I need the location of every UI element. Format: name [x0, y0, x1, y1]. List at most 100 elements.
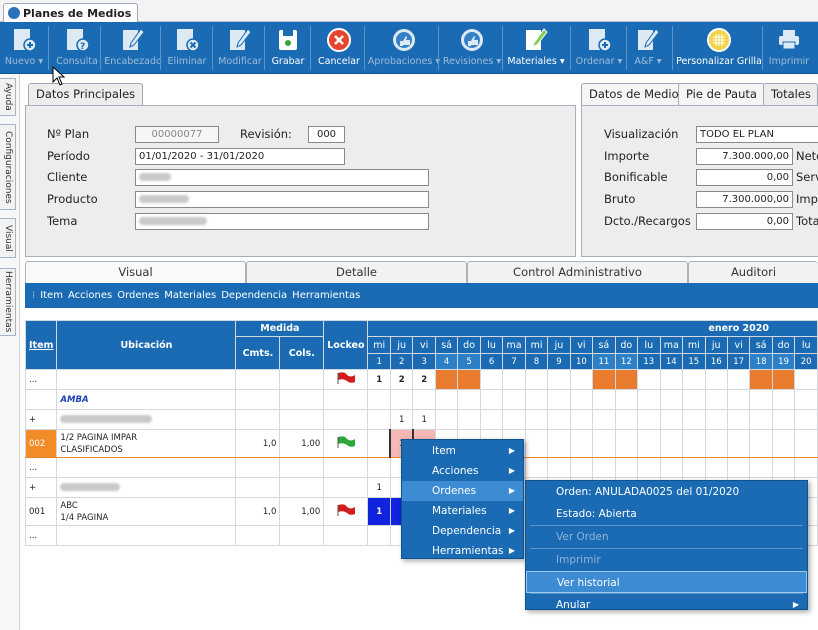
toolbar-button-grabar[interactable]: Grabar	[268, 22, 308, 74]
day-cell[interactable]	[367, 525, 391, 546]
day-cell[interactable]	[569, 429, 594, 458]
day-cell[interactable]	[726, 429, 751, 458]
submenu-item-ver-historial[interactable]: Ver historial	[526, 571, 807, 593]
day-cell[interactable]	[749, 369, 773, 390]
toolbar-button-cancelar[interactable]: Cancelar	[314, 22, 364, 74]
toolbar-button-nuevo[interactable]: Nuevo ▾	[2, 22, 46, 74]
context-menu-item-dependencia[interactable]: Dependencia ▶	[402, 521, 523, 541]
day-cell[interactable]	[569, 457, 594, 478]
tab-datos-principales[interactable]: Datos Principales	[28, 83, 144, 106]
day-cell[interactable]	[457, 369, 481, 390]
item-cell[interactable]: +	[24, 477, 58, 498]
producto-field[interactable]	[135, 191, 429, 208]
menubar-item-acciones[interactable]: Acciones	[68, 290, 112, 301]
day-cell[interactable]	[524, 369, 549, 390]
day-cell[interactable]	[457, 409, 481, 430]
day-cell[interactable]	[592, 429, 616, 458]
item-cell[interactable]: +	[24, 409, 58, 430]
day-cell[interactable]	[682, 389, 706, 410]
day-cell[interactable]	[771, 389, 796, 410]
day-cell[interactable]	[592, 389, 616, 410]
day-cell[interactable]	[614, 409, 639, 430]
side-tab-visual[interactable]: Visual	[0, 218, 16, 258]
plan-field[interactable]: 00000077	[135, 126, 219, 143]
ubicacion-cell[interactable]: ABC 1/4 PAGINA	[56, 497, 237, 526]
day-cell[interactable]	[749, 389, 773, 410]
periodo-field[interactable]: 01/01/2020 - 31/01/2020	[135, 148, 345, 165]
menubar-item-materiales[interactable]: Materiales	[164, 290, 216, 301]
item-cell[interactable]: ...	[24, 369, 58, 390]
day-cell[interactable]	[614, 389, 639, 410]
day-cell[interactable]	[637, 457, 661, 478]
day-cell[interactable]	[704, 429, 728, 458]
tab-totales[interactable]: Totales	[763, 83, 818, 106]
visualizacion-select[interactable]: TODO EL PLAN	[696, 126, 818, 143]
day-cell[interactable]	[726, 457, 751, 478]
revision-field[interactable]: 000	[308, 126, 345, 143]
day-cell[interactable]	[479, 369, 504, 390]
submenu-item-estado-info[interactable]: Estado: Abierta	[526, 503, 807, 525]
day-cell[interactable]	[659, 409, 684, 430]
day-cell[interactable]	[637, 389, 661, 410]
day-cell[interactable]	[592, 457, 616, 478]
day-cell[interactable]	[659, 429, 684, 458]
item-cell[interactable]: 001	[24, 497, 58, 526]
day-cell[interactable]	[704, 389, 728, 410]
day-cell[interactable]	[771, 369, 796, 390]
day-cell[interactable]	[704, 457, 728, 478]
day-cell[interactable]	[749, 409, 773, 430]
day-cell[interactable]	[682, 429, 706, 458]
day-cell[interactable]	[637, 429, 661, 458]
dcto-field[interactable]: 0,00	[696, 213, 793, 230]
toolbar-button-af[interactable]: A&F ▾	[630, 22, 666, 74]
toolbar-button-imprimir[interactable]: Imprimir	[766, 22, 812, 74]
day-cell[interactable]	[771, 409, 796, 430]
day-cell[interactable]	[569, 409, 594, 430]
day-cell[interactable]	[614, 429, 639, 458]
day-cell[interactable]	[367, 457, 391, 478]
day-cell[interactable]	[794, 429, 818, 458]
day-cell[interactable]: 1	[412, 409, 436, 430]
day-cell[interactable]	[569, 389, 594, 410]
day-cell[interactable]	[434, 369, 459, 390]
day-cell[interactable]	[726, 409, 751, 430]
day-cell[interactable]: 1	[367, 369, 391, 390]
day-cell[interactable]	[794, 369, 818, 390]
side-tab-configuraciones[interactable]: Configuraciones	[0, 124, 16, 210]
day-cell[interactable]	[592, 409, 616, 430]
tab-control-administrativo[interactable]: Control Administrativo	[467, 261, 688, 283]
bonificable-field[interactable]: 0,00	[696, 169, 793, 186]
context-menu-item-item[interactable]: Item ▶	[402, 441, 523, 461]
day-cell[interactable]	[524, 389, 549, 410]
day-cell[interactable]	[547, 429, 571, 458]
day-cell[interactable]	[749, 457, 773, 478]
submenu-item-orden-info[interactable]: Orden: ANULADA0025 del 01/2020	[526, 481, 807, 503]
lockeo-cell[interactable]	[323, 429, 369, 458]
day-cell[interactable]: 2	[389, 369, 414, 390]
tab-auditoria[interactable]: Auditori	[688, 261, 818, 283]
item-cell[interactable]: 002	[24, 429, 58, 458]
day-cell[interactable]	[547, 409, 571, 430]
day-cell[interactable]	[434, 389, 459, 410]
day-cell[interactable]	[502, 369, 526, 390]
context-menu-item-acciones[interactable]: Acciones ▶	[402, 461, 523, 481]
day-cell[interactable]	[547, 389, 571, 410]
menubar-item-herramientas[interactable]: Herramientas	[292, 290, 360, 301]
day-cell[interactable]	[457, 389, 481, 410]
day-cell[interactable]	[569, 369, 594, 390]
table-row[interactable]: +1 1	[24, 409, 818, 430]
side-tab-herramientas[interactable]: Herramientas	[0, 268, 16, 336]
cliente-field[interactable]	[135, 169, 429, 186]
column-header-item[interactable]: Item	[24, 320, 58, 370]
toolbar-button-eliminar[interactable]: Eliminar	[164, 22, 210, 74]
item-cell[interactable]: ...	[24, 525, 58, 546]
day-cell[interactable]	[547, 369, 571, 390]
lockeo-cell[interactable]	[323, 497, 369, 526]
day-cell[interactable]	[614, 457, 639, 478]
tab-visual[interactable]: Visual	[25, 261, 246, 283]
day-cell[interactable]: 2	[412, 369, 436, 390]
day-cell[interactable]	[524, 457, 549, 478]
ubicacion-cell[interactable]: 1/2 PAGINA IMPAR CLASIFICADOS	[56, 429, 237, 458]
day-cell[interactable]	[682, 369, 706, 390]
importe-field[interactable]: 7.300.000,00	[696, 148, 793, 165]
